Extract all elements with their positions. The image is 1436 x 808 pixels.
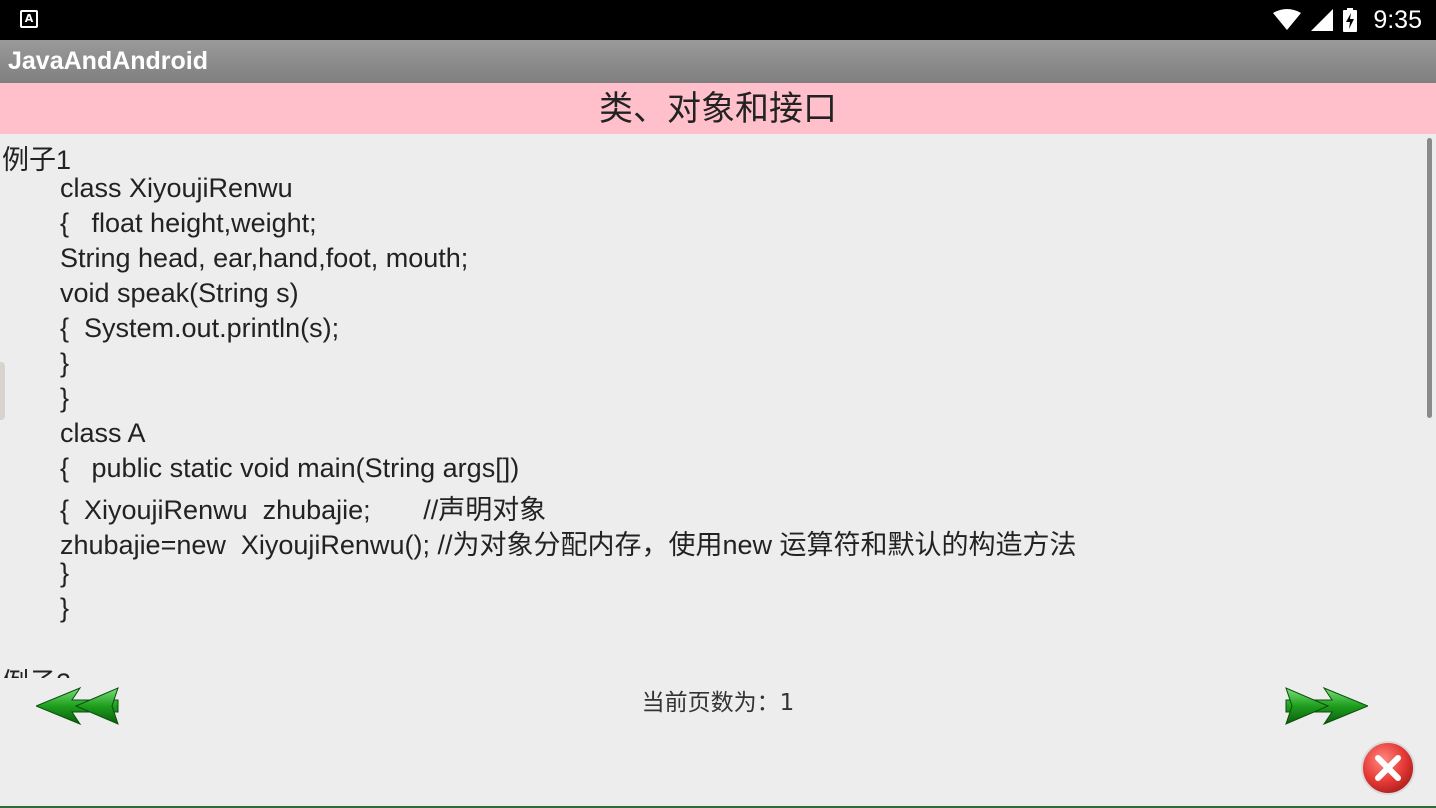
status-bar: A 9:35 [0,0,1436,40]
close-button[interactable] [1360,740,1416,796]
battery-charging-icon [1343,8,1358,32]
side-edge-handle[interactable] [0,362,5,420]
cell-signal-icon [1311,9,1334,31]
app-notification-icon: A [20,10,38,28]
status-time: 9:35 [1373,5,1422,34]
code-line: { System.out.println(s); [60,313,340,343]
code-line: { public static void main(String args[]) [60,453,520,483]
double-arrow-right-icon [1285,686,1370,726]
code-line: zhubajie=new XiyoujiRenwu(); //为对象分配内存，使… [60,530,1077,560]
vertical-scrollbar[interactable] [1427,138,1432,418]
code-line: } [60,558,70,588]
code-line: class XiyoujiRenwu [60,173,293,203]
next-page-button[interactable] [1284,686,1370,726]
code-line: { XiyoujiRenwu zhubajie; //声明对象 [60,495,547,525]
code-line: void speak(String s) [60,278,299,308]
code-line: String head, ear,hand,foot, mouth; [60,243,469,273]
example-label: 例子2 [2,661,71,678]
code-line: } [60,593,70,623]
content-scroll-area[interactable]: 例子1 class XiyoujiRenwu { float height,we… [0,134,1420,678]
previous-page-button[interactable] [34,686,120,726]
code-line: class A [60,418,146,448]
wifi-icon [1273,9,1302,30]
status-icons: 9:35 [1273,0,1422,40]
app-bar: JavaAndAndroid [0,40,1436,83]
code-line: { float height,weight; [60,208,317,238]
double-arrow-left-icon [34,686,119,726]
example-label: 例子1 [2,145,72,175]
page-title: 类、对象和接口 [0,83,1436,134]
code-line: } [60,383,70,413]
page-indicator: 当前页数为：1 [641,690,795,716]
code-line: } [60,348,70,378]
app-title: JavaAndAndroid [8,47,209,75]
close-icon [1361,741,1415,795]
